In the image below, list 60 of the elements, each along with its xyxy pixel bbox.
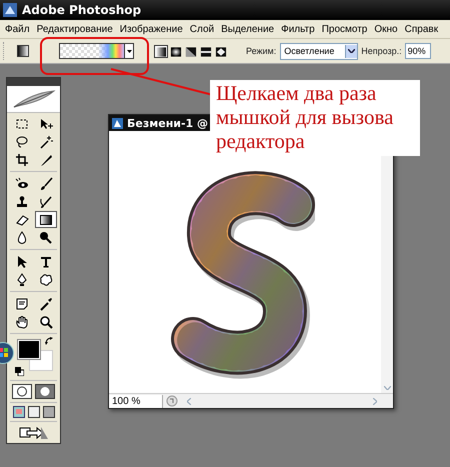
- history-brush-icon[interactable]: [38, 194, 52, 208]
- menu-item[interactable]: Слой: [186, 24, 218, 34]
- hand-icon[interactable]: [14, 314, 28, 328]
- mode-label: Режим:: [246, 46, 276, 56]
- menu-item[interactable]: Справк: [402, 24, 442, 34]
- caret-icon[interactable]: [126, 50, 132, 52]
- swap-arrows-icon[interactable]: [45, 337, 53, 345]
- zoom-icon[interactable]: [38, 314, 52, 328]
- chevron-down-icon[interactable]: [348, 49, 356, 53]
- menu-item[interactable]: Файл: [2, 24, 34, 34]
- full-screen-menu-icon[interactable]: [28, 406, 40, 418]
- default-colors-icon[interactable]: [15, 367, 24, 376]
- healing-brush-icon[interactable]: [14, 176, 28, 190]
- angle-gradient-button[interactable]: [184, 44, 198, 58]
- gradient-icon[interactable]: [38, 212, 52, 226]
- magic-wand-icon[interactable]: [38, 134, 52, 148]
- mode-dropdown[interactable]: Осветление: [280, 42, 358, 60]
- pen-icon[interactable]: [14, 272, 28, 286]
- slice-icon[interactable]: [38, 152, 52, 166]
- burn-icon[interactable]: [38, 230, 52, 244]
- gradient-picker[interactable]: [59, 43, 134, 59]
- move-icon[interactable]: [38, 116, 52, 130]
- feather-icon: [12, 89, 56, 109]
- stamp-icon[interactable]: [14, 194, 28, 208]
- app-icon: [3, 3, 17, 17]
- menu-item[interactable]: Редактирование: [34, 24, 117, 34]
- eraser-icon[interactable]: [14, 212, 28, 226]
- marquee-icon[interactable]: [14, 116, 28, 130]
- opacity-label: Непрозр.:: [361, 46, 402, 56]
- opacity-field[interactable]: 90%: [404, 43, 431, 59]
- menu-item[interactable]: Просмотр: [318, 24, 372, 34]
- jump-to-icon[interactable]: [18, 425, 48, 441]
- callout-text: Щелкаем два раза мышкой для вызова редактора: [210, 80, 420, 156]
- menu-item[interactable]: Изображение: [116, 24, 187, 34]
- crop-icon[interactable]: [14, 152, 28, 166]
- gradient-tool-icon[interactable]: [17, 45, 29, 57]
- tool-button[interactable]: [34, 211, 56, 228]
- standard-mode-icon[interactable]: [12, 384, 32, 399]
- menu-item[interactable]: Окно: [371, 24, 402, 34]
- window-title: Adobe Photoshop: [22, 3, 142, 17]
- eyedropper-icon[interactable]: [38, 296, 52, 310]
- brush-icon[interactable]: [38, 176, 52, 190]
- color-swatches-icon[interactable]: [17, 339, 53, 371]
- reflected-gradient-button[interactable]: [199, 44, 213, 58]
- quick-mask-icon[interactable]: [35, 384, 55, 399]
- menu-item[interactable]: Выделение: [218, 24, 278, 34]
- zoom-field[interactable]: 100 %: [109, 394, 163, 408]
- standard-screen-icon[interactable]: [12, 406, 24, 418]
- lasso-icon[interactable]: [14, 134, 28, 148]
- type-tool-icon[interactable]: [38, 254, 52, 268]
- document-icon: [112, 118, 123, 128]
- radial-gradient-button[interactable]: [169, 44, 183, 58]
- document-title: Безмени-1 @: [127, 116, 208, 130]
- status-menu-icon[interactable]: [165, 395, 179, 407]
- notes-icon[interactable]: [14, 296, 28, 310]
- menu-item[interactable]: Фильтр: [278, 24, 319, 34]
- full-screen-icon[interactable]: [42, 406, 54, 418]
- diamond-gradient-button[interactable]: [214, 44, 228, 58]
- custom-shape-icon[interactable]: [38, 272, 52, 286]
- linear-gradient-button[interactable]: [154, 44, 168, 58]
